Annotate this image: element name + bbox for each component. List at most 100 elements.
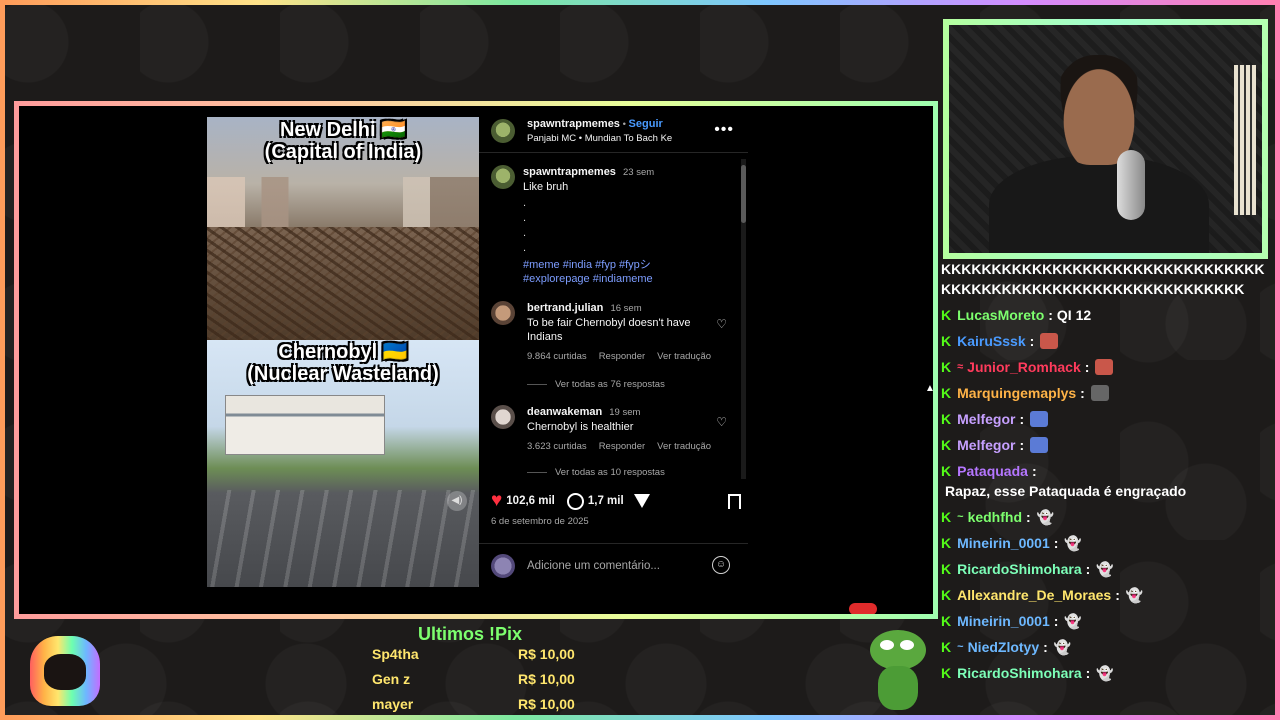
chat-message: K ~ NiedZlotyy: 👻 bbox=[941, 637, 1072, 657]
kick-badge-icon: K bbox=[941, 639, 952, 655]
follow-button[interactable]: Seguir bbox=[629, 118, 663, 130]
like-icon[interactable]: ♥ bbox=[491, 490, 502, 512]
post-video[interactable]: New Delhi 🇮🇳 (Capital of India) Chernoby… bbox=[207, 117, 479, 587]
audio-track[interactable]: Panjabi MC • Mundian To Bach Ke bbox=[527, 132, 672, 146]
pix-title: Ultimos !Pix bbox=[418, 624, 523, 644]
like-count[interactable]: 102,6 mil bbox=[506, 495, 555, 507]
ghost-emote: 👻 bbox=[1096, 561, 1114, 577]
chat-username[interactable]: NiedZlotyy bbox=[968, 637, 1040, 657]
kick-badge-icon: K bbox=[941, 509, 952, 525]
chat-message: K RicardoShimohara: 👻 bbox=[941, 559, 1114, 579]
comments-scrollbar[interactable] bbox=[741, 159, 746, 479]
kick-badge-icon: K bbox=[941, 587, 952, 603]
comment-item: bertrand.julian 16 sem To be fair Cherno… bbox=[491, 301, 731, 364]
chat-emote bbox=[1095, 359, 1114, 375]
browser-viewport: New Delhi 🇮🇳 (Capital of India) Chernoby… bbox=[19, 106, 933, 614]
chat-message: K KairuSssk: bbox=[941, 331, 1271, 351]
view-replies-button[interactable]: Ver todas as 10 respostas bbox=[527, 467, 665, 477]
chat-username[interactable]: KairuSssk bbox=[957, 331, 1025, 351]
chat-message: K Mineirin_0001: 👻 bbox=[941, 533, 1082, 553]
chat-message: K RicardoShimohara: 👻 bbox=[941, 663, 1114, 683]
kick-badge-icon: K bbox=[941, 613, 952, 629]
reply-button[interactable]: Responder bbox=[599, 441, 645, 452]
chat-emote bbox=[1040, 333, 1059, 349]
commenter-avatar[interactable] bbox=[491, 301, 515, 325]
chat-username[interactable]: Allexandre_De_Moraes bbox=[957, 585, 1111, 605]
chat-username[interactable]: RicardoShimohara bbox=[957, 559, 1081, 579]
share-icon[interactable] bbox=[633, 494, 650, 508]
more-options-icon[interactable]: ••• bbox=[714, 121, 734, 139]
comment-item: deanwakeman 19 sem Chernobyl is healthie… bbox=[491, 405, 731, 454]
comment-likes[interactable]: 3.623 curtidas bbox=[527, 441, 587, 452]
comment-icon[interactable] bbox=[566, 492, 584, 510]
user-badge: ~ bbox=[957, 641, 964, 653]
post-side-panel: spawntrapmemes • Seguir Panjabi MC • Mun… bbox=[479, 117, 748, 587]
comment-input[interactable]: Adicione um comentário... bbox=[527, 560, 660, 572]
post-actions: ♥ 102,6 mil 1,7 mil bbox=[491, 490, 741, 512]
author-avatar[interactable] bbox=[491, 119, 515, 143]
post-header: spawntrapmemes • Seguir Panjabi MC • Mun… bbox=[479, 117, 748, 153]
ghost-emote: 👻 bbox=[1036, 509, 1055, 525]
comment-likes[interactable]: 9.864 curtidas bbox=[527, 351, 587, 362]
chat-username[interactable]: RicardoShimohara bbox=[957, 663, 1081, 683]
video-caption-bottom: Chernobyl 🇺🇦 (Nuclear Wasteland) bbox=[247, 341, 439, 385]
caption-dots: . . . . bbox=[523, 197, 527, 254]
chat-username[interactable]: kedhfhd bbox=[968, 507, 1022, 527]
user-badge: ~ bbox=[957, 511, 964, 523]
reply-button[interactable]: Responder bbox=[599, 351, 645, 362]
channel-mascot bbox=[26, 632, 104, 708]
chat-message: K ~ kedhfhd: 👻 bbox=[941, 507, 1055, 527]
mute-icon[interactable]: ◀) bbox=[447, 491, 467, 511]
pix-amount: R$ 10,00 bbox=[518, 646, 575, 662]
kick-badge-icon: K bbox=[941, 561, 952, 577]
chat-username[interactable]: Pataquada bbox=[957, 461, 1028, 481]
viewer-avatar bbox=[491, 554, 515, 578]
caption-text: Like bruh bbox=[523, 181, 569, 193]
bookmark-icon[interactable] bbox=[728, 493, 741, 511]
chat-message-continuation: KKKKKKKKKKKKKKKKKKKKKKKKKKKKKKKKKKKKKKKK… bbox=[941, 261, 1265, 297]
emoji-icon[interactable]: ☺ bbox=[712, 556, 730, 574]
translate-button[interactable]: Ver tradução bbox=[657, 351, 711, 362]
chat-emote bbox=[1030, 411, 1049, 427]
comments-list[interactable]: spawntrapmemes 23 sem Like bruh . . . . … bbox=[479, 155, 748, 477]
notification-badge bbox=[849, 603, 877, 614]
chat-username[interactable]: Mineirin_0001 bbox=[957, 533, 1050, 553]
chat-username[interactable]: Melfegor bbox=[957, 435, 1015, 455]
pix-donor: Sp4tha bbox=[372, 646, 419, 662]
chat-emote bbox=[1030, 437, 1049, 453]
ghost-emote: 👻 bbox=[1053, 639, 1072, 655]
pix-donor: mayer bbox=[372, 696, 414, 712]
comment-text: To be fair Chernobyl doesn't have Indian… bbox=[527, 317, 691, 343]
translate-button[interactable]: Ver tradução bbox=[657, 441, 711, 452]
pepe-mascot bbox=[866, 630, 928, 710]
pix-row: Sp4tha R$ 10,00 bbox=[372, 646, 582, 662]
view-replies-button[interactable]: Ver todas as 76 respostas bbox=[527, 379, 665, 390]
video-caption-top: New Delhi 🇮🇳 (Capital of India) bbox=[264, 119, 422, 163]
chat-username[interactable]: Mineirin_0001 bbox=[957, 611, 1050, 631]
kick-badge-icon: K bbox=[941, 535, 952, 551]
chat-message: K LucasMoreto: QI 12 bbox=[941, 305, 1092, 325]
pix-amount: R$ 10,00 bbox=[518, 696, 575, 712]
caption-hashtags[interactable]: #meme #india #fyp #fypシ #explorepage #in… bbox=[523, 258, 731, 286]
ghost-emote: 👻 bbox=[1125, 587, 1144, 603]
kick-badge-icon: K bbox=[941, 411, 952, 427]
chat-emote bbox=[1090, 385, 1109, 401]
webcam-feed bbox=[949, 25, 1262, 253]
mouse-cursor-icon: ▲ bbox=[925, 383, 933, 394]
chat-message: K Marquingemaplys: bbox=[941, 383, 1271, 403]
comment-like-icon[interactable]: ♡ bbox=[716, 415, 727, 429]
kick-badge-icon: K bbox=[941, 463, 952, 479]
chat-message: K Melfegor: bbox=[941, 435, 1271, 455]
chat-text: Rapaz, esse Pataquada é engraçado bbox=[945, 483, 1187, 499]
author-avatar[interactable] bbox=[491, 165, 515, 189]
pix-donor: Gen z bbox=[372, 671, 411, 687]
kick-badge-icon: K bbox=[941, 307, 952, 323]
chat-username[interactable]: LucasMoreto bbox=[957, 305, 1044, 325]
comment-like-icon[interactable]: ♡ bbox=[716, 317, 727, 331]
chat-username[interactable]: Marquingemaplys bbox=[957, 383, 1076, 403]
chat-username[interactable]: Melfegor bbox=[957, 409, 1015, 429]
ghost-emote: 👻 bbox=[1064, 613, 1082, 629]
author-username[interactable]: spawntrapmemes bbox=[527, 118, 620, 130]
commenter-avatar[interactable] bbox=[491, 405, 515, 429]
chat-username[interactable]: Junior_Romhack bbox=[967, 357, 1081, 377]
